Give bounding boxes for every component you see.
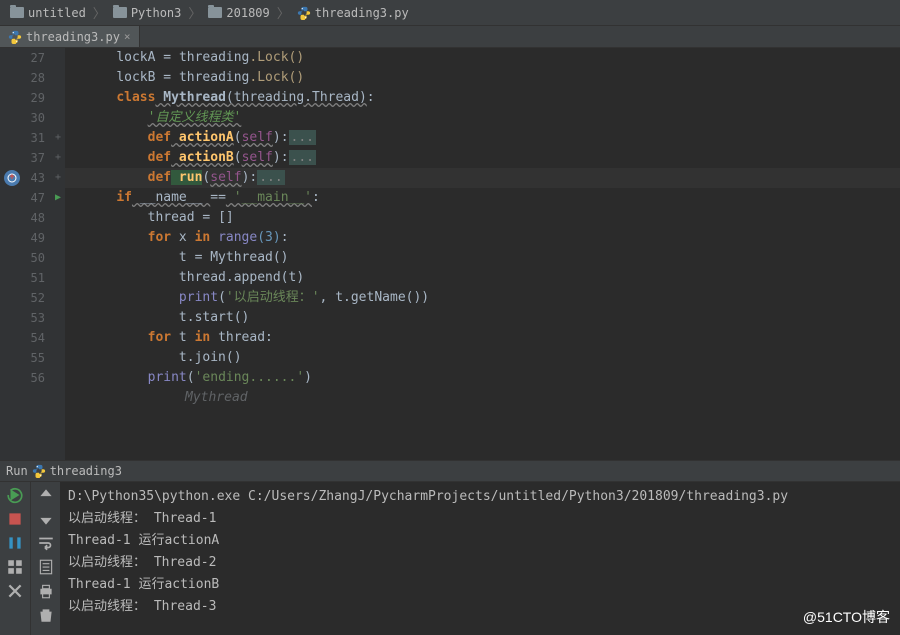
line-number: 28 [31, 68, 45, 88]
breadcrumb-item-file[interactable]: threading3.py [293, 4, 413, 22]
fold-icon[interactable]: + [55, 168, 61, 188]
editor[interactable]: 27 28 29 30 31+ 37+ 43+ 47▶ 48 49 50 51 … [0, 48, 900, 460]
breadcrumb-label: untitled [28, 6, 86, 20]
chevron-right-icon: 〉 [188, 3, 201, 22]
line-number: 47 [31, 188, 45, 208]
run-panel-header: Run threading3 [0, 460, 900, 482]
console-line: 以启动线程： Thread-1 [68, 508, 892, 530]
breadcrumb-label: threading3.py [315, 6, 409, 20]
rerun-icon[interactable] [6, 486, 24, 504]
breadcrumb-item-root[interactable]: untitled [6, 4, 90, 22]
chevron-right-icon: 〉 [277, 3, 290, 22]
run-panel: D:\Python35\python.exe C:/Users/ZhangJ/P… [0, 482, 900, 635]
tab-bar: threading3.py × [0, 26, 900, 48]
python-file-icon [32, 464, 46, 478]
pause-icon[interactable] [6, 534, 24, 552]
line-number: 31 [31, 128, 45, 148]
line-number: 49 [31, 228, 45, 248]
folder-icon [10, 7, 24, 18]
run-config-name: threading3 [50, 464, 122, 478]
run-toolbar-left [0, 482, 30, 635]
run-label: Run [6, 464, 28, 478]
line-number: 51 [31, 268, 45, 288]
gutter: 27 28 29 30 31+ 37+ 43+ 47▶ 48 49 50 51 … [0, 48, 65, 460]
fold-icon[interactable]: + [55, 128, 61, 148]
line-number: 53 [31, 308, 45, 328]
breadcrumb-item[interactable]: Python3 [109, 4, 186, 22]
line-number: 56 [31, 368, 45, 388]
layout-icon[interactable] [6, 558, 24, 576]
breadcrumb-label: Python3 [131, 6, 182, 20]
line-number: 54 [31, 328, 45, 348]
line-number: 29 [31, 88, 45, 108]
line-number: 43 [31, 168, 45, 188]
tab-label: threading3.py [26, 30, 120, 44]
chevron-right-icon: 〉 [93, 3, 106, 22]
console-line: D:\Python35\python.exe C:/Users/ZhangJ/P… [68, 486, 892, 508]
watermark: @51CTO博客 [803, 607, 890, 627]
console-line: Thread-1 运行actionB [68, 574, 892, 596]
run-toolbar-right [30, 482, 60, 635]
tab-file[interactable]: threading3.py × [0, 26, 140, 47]
context-hint: Mythread [85, 388, 900, 408]
breadcrumb: untitled 〉 Python3 〉 201809 〉 threading3… [0, 0, 900, 26]
console-line: 以启动线程： Thread-3 [68, 596, 892, 618]
print-icon[interactable] [37, 582, 55, 600]
down-icon[interactable] [37, 510, 55, 528]
fold-icon[interactable]: + [55, 148, 61, 168]
breadcrumb-label: 201809 [226, 6, 269, 20]
line-number: 27 [31, 48, 45, 68]
python-file-icon [8, 30, 22, 44]
console-output[interactable]: D:\Python35\python.exe C:/Users/ZhangJ/P… [60, 482, 900, 635]
line-number: 30 [31, 108, 45, 128]
line-number: 50 [31, 248, 45, 268]
run-line-icon[interactable]: ▶ [55, 188, 61, 208]
breadcrumb-item[interactable]: 201809 [204, 4, 273, 22]
line-number: 48 [31, 208, 45, 228]
folder-icon [113, 7, 127, 18]
console-line: 以启动线程： Thread-2 [68, 552, 892, 574]
line-number: 52 [31, 288, 45, 308]
scroll-icon[interactable] [37, 558, 55, 576]
code-area[interactable]: lockA = threading.Lock() lockB = threadi… [65, 48, 900, 460]
line-number: 37 [31, 148, 45, 168]
console-line: Thread-1 运行actionA [68, 530, 892, 552]
python-file-icon [297, 6, 311, 20]
wrap-icon[interactable] [37, 534, 55, 552]
line-number: 55 [31, 348, 45, 368]
trash-icon[interactable] [37, 606, 55, 624]
folder-icon [208, 7, 222, 18]
stop-icon[interactable] [6, 510, 24, 528]
override-icon[interactable] [4, 170, 20, 186]
up-icon[interactable] [37, 486, 55, 504]
close-panel-icon[interactable] [6, 582, 24, 600]
close-icon[interactable]: × [124, 30, 131, 43]
